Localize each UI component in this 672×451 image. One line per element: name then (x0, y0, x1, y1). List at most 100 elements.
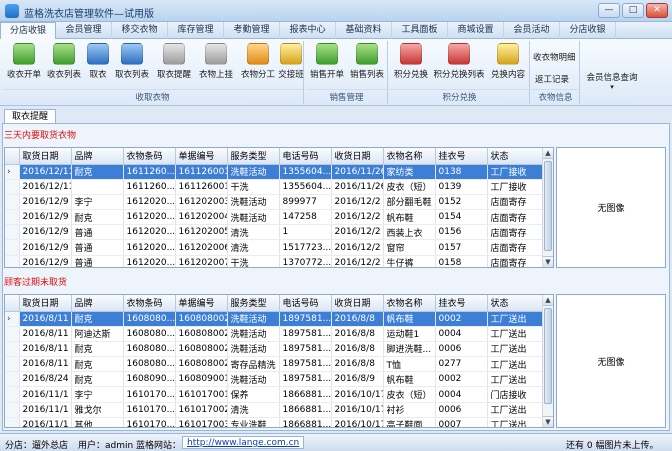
header-brand[interactable]: 品牌 (71, 148, 124, 165)
section2-scrollbar[interactable]: ▲ ▼ (542, 295, 553, 427)
header-brand[interactable]: 品牌 (71, 295, 124, 312)
sales-list-button[interactable]: 销售列表 (348, 43, 386, 80)
header-hanger-no[interactable]: 挂衣号 (435, 148, 488, 165)
tab-mall-settings[interactable]: 商城设置 (448, 22, 504, 39)
header-status[interactable]: 状态 (487, 295, 544, 312)
cell: 2016/12/2 (331, 209, 384, 226)
tab-attendance[interactable]: 考勤管理 (224, 22, 280, 39)
header-barcode[interactable]: 衣物条码 (123, 148, 176, 165)
cell: 李宁 (71, 386, 124, 403)
scroll-down-icon[interactable]: ▼ (543, 256, 553, 267)
table-row[interactable]: 2016/12/11 1611260... 161126001 干洗 13556… (5, 179, 544, 195)
cell: 2016/8/11 (19, 341, 72, 358)
maximize-button[interactable]: □ (622, 3, 644, 18)
sales-order-button[interactable]: 销售开单 (308, 43, 346, 80)
section2-grid[interactable]: 取货日期 品牌 衣物条码 单据编号 服务类型 电话号码 收货日期 衣物名称 挂衣… (4, 294, 554, 428)
tab-reports[interactable]: 报表中心 (280, 22, 336, 39)
handover-button[interactable]: 交接班 (278, 43, 304, 80)
table-row[interactable]: › 2016/12/11 耐克 1611260... 161126001 洗鞋活… (5, 164, 544, 180)
pickup-list-button[interactable]: 取衣列表 (112, 43, 152, 80)
points-exchange-list-button[interactable]: 积分兑换列表 (432, 43, 486, 80)
clothes-hang-button[interactable]: 衣物上挂 (196, 43, 236, 80)
header-clothes-name[interactable]: 衣物名称 (383, 148, 436, 165)
table-row[interactable]: 2016/8/11 耐克 1608080... 160808002 洗鞋活动 1… (5, 341, 544, 358)
cell: 2016/11/1 (19, 386, 72, 403)
table-row[interactable]: 2016/12/9 普通 1612020... 161202005 清洗 1 2… (5, 224, 544, 241)
cell: 0157 (435, 239, 488, 256)
header-order-no[interactable]: 单据编号 (175, 148, 228, 165)
cell: 运动鞋1 (383, 326, 436, 342)
cart-icon (13, 43, 35, 65)
header-pickup-date[interactable]: 取货日期 (19, 295, 72, 312)
tab-member-activity[interactable]: 会员活动 (504, 22, 560, 39)
sales-group-label: 销售管理 (306, 89, 387, 103)
table-row[interactable]: 2016/12/9 普通 1612020... 161202006 清洗 151… (5, 239, 544, 256)
header-clothes-name[interactable]: 衣物名称 (383, 295, 436, 312)
table-row[interactable]: 2016/12/9 普通 1612020... 161202007 干洗 137… (5, 255, 544, 267)
tab-branch-cashier[interactable]: 分店收银 (0, 22, 56, 40)
receive-list-button[interactable]: 收衣列表 (45, 43, 83, 80)
header-barcode[interactable]: 衣物条码 (123, 295, 176, 312)
workers-icon (247, 43, 269, 65)
tab-pickup-reminder[interactable]: 取衣提醒 (4, 109, 56, 124)
header-service-type[interactable]: 服务类型 (227, 148, 280, 165)
exchange-content-button[interactable]: 兑换内容 (488, 43, 528, 80)
tab-member-management[interactable]: 会员管理 (56, 22, 112, 39)
header-hanger-no[interactable]: 挂衣号 (435, 295, 488, 312)
header-status[interactable]: 状态 (487, 148, 544, 165)
cell: 161017003 (175, 417, 228, 427)
cell: 161017001 (175, 386, 228, 403)
tab-branch-cashier-2[interactable]: 分店收银 (560, 22, 616, 39)
table-row[interactable]: 2016/11/1 李宁 1610170... 161017001 保养 186… (5, 386, 544, 403)
tab-transfer-clothes[interactable]: 移交衣物 (112, 22, 168, 39)
bag-icon (87, 43, 109, 65)
table-row[interactable]: 2016/8/24 耐克 1608090... 160809001 洗鞋活动 1… (5, 371, 544, 388)
table-row[interactable]: 2016/12/9 李宁 1612020... 161202003 洗鞋活动 8… (5, 194, 544, 211)
cell: 160808002 (175, 311, 228, 327)
status-image-count: 还有 0 幅图片未上传。 (566, 441, 659, 451)
clothes-assign-button[interactable]: 衣物分工 (238, 43, 278, 80)
row-indicator (5, 417, 20, 427)
close-button[interactable]: ✕ (646, 3, 668, 18)
tab-inventory[interactable]: 库存管理 (168, 22, 224, 39)
clothes-detail-button[interactable]: 收衣物明细 (533, 51, 579, 63)
header-phone[interactable]: 电话号码 (279, 148, 332, 165)
header-service-type[interactable]: 服务类型 (227, 295, 280, 312)
scroll-down-icon[interactable]: ▼ (543, 416, 553, 427)
cell: 1355604... (279, 179, 332, 195)
table-row[interactable]: 2016/11/1 雅戈尔 1610170... 161017002 清洗 18… (5, 402, 544, 418)
title-bar: 蓝格洗衣店管理软件—试用版 — □ ✕ (0, 0, 672, 22)
header-phone[interactable]: 电话号码 (279, 295, 332, 312)
pickup-remind-button[interactable]: 取衣提醒 (154, 43, 194, 80)
header-order-no[interactable]: 单据编号 (175, 295, 228, 312)
sales-order-label: 销售开单 (309, 70, 344, 80)
pickup-button[interactable]: 取衣 (86, 43, 110, 80)
table-row[interactable]: 2016/8/11 耐克 1608080... 160808002 寄存品精洗 … (5, 356, 544, 373)
table-row[interactable]: 2016/11/1 其他 1610170... 161017003 专业洗鞋 1… (5, 417, 544, 427)
header-receive-date[interactable]: 收货日期 (331, 295, 384, 312)
tab-tools[interactable]: 工具面板 (392, 22, 448, 39)
section1-scrollbar[interactable]: ▲ ▼ (542, 148, 553, 267)
header-pickup-date[interactable]: 取货日期 (19, 148, 72, 165)
scroll-up-icon[interactable]: ▲ (543, 295, 553, 306)
no-image-label: 无图像 (597, 204, 625, 214)
scroll-thumb[interactable] (544, 308, 552, 404)
table-row[interactable]: 2016/12/9 耐克 1612020... 161202004 洗鞋活动 1… (5, 209, 544, 226)
table-row[interactable]: › 2016/8/11 耐克 1608080... 160808002 洗鞋活动… (5, 311, 544, 327)
tab-basic-data[interactable]: 基础资料 (336, 22, 392, 39)
section2-image-preview: 无图像 (556, 294, 666, 428)
cell: 工厂送出 (487, 326, 544, 342)
points-exchange-button[interactable]: 积分兑换 (392, 43, 430, 80)
table-row[interactable]: 2016/8/11 阿迪达斯 1608080... 160808002 洗鞋活动… (5, 326, 544, 342)
rework-record-button[interactable]: 返工记录 (535, 73, 579, 85)
header-receive-date[interactable]: 收货日期 (331, 148, 384, 165)
scroll-up-icon[interactable]: ▲ (543, 148, 553, 159)
scroll-thumb[interactable] (544, 161, 552, 251)
section1-grid[interactable]: 取货日期 品牌 衣物条码 单据编号 服务类型 电话号码 收货日期 衣物名称 挂衣… (4, 147, 554, 268)
cell: 0004 (435, 326, 488, 342)
cell: 1611260... (123, 164, 176, 180)
website-link[interactable]: http://www.lange.com.cn (182, 436, 305, 449)
receive-order-button[interactable]: 收衣开单 (5, 43, 43, 80)
minimize-button[interactable]: — (598, 3, 620, 18)
member-info-query-button[interactable]: 会员信息查询 ▾ (584, 71, 640, 91)
